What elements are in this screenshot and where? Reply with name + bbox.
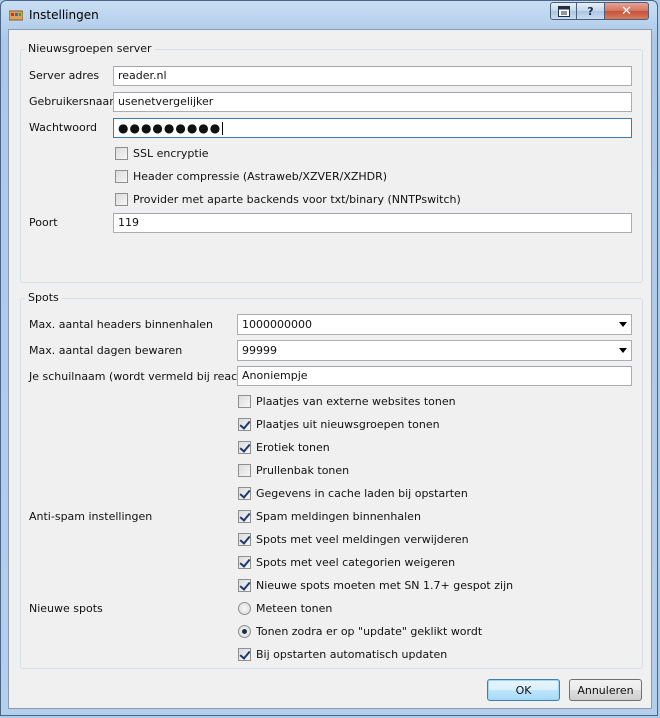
split-backends-option[interactable]: Provider met aparte backends voor txt/bi… bbox=[115, 193, 461, 206]
max-days-select[interactable]: 99999 bbox=[237, 340, 632, 361]
title-bar[interactable]: Instellingen ? ✕ bbox=[1, 1, 657, 29]
antispam-label: Anti-spam instellingen bbox=[29, 510, 153, 523]
sn17-checkbox[interactable] bbox=[238, 579, 251, 592]
cache-checkbox[interactable] bbox=[238, 487, 251, 500]
help-button[interactable]: ? bbox=[577, 2, 605, 20]
password-input[interactable]: ●●●●●●●●● bbox=[113, 118, 632, 138]
erotic-checkbox[interactable] bbox=[238, 441, 251, 454]
external-images-checkbox[interactable] bbox=[238, 395, 251, 408]
max-days-label: Max. aantal dagen bewaren bbox=[29, 344, 183, 357]
chevron-down-icon bbox=[619, 348, 627, 353]
show-immediately-radio[interactable] bbox=[238, 602, 251, 615]
sn17-option[interactable]: Nieuwe spots moeten met SN 1.7+ gespot z… bbox=[238, 579, 513, 592]
spam-reports-checkbox[interactable] bbox=[238, 510, 251, 523]
username-input[interactable]: usenetvergelijker bbox=[113, 92, 632, 112]
ok-button[interactable]: OK bbox=[487, 679, 560, 701]
server-group-title: Nieuwsgroepen server bbox=[25, 42, 155, 55]
max-headers-value: 1000000000 bbox=[242, 318, 312, 331]
split-backends-checkbox[interactable] bbox=[115, 193, 128, 206]
sn17-label: Nieuwe spots moeten met SN 1.7+ gespot z… bbox=[256, 579, 514, 592]
erotic-label: Erotiek tonen bbox=[256, 441, 330, 454]
new-spots-label: Nieuwe spots bbox=[29, 602, 103, 615]
port-input[interactable]: 119 bbox=[113, 213, 632, 233]
show-on-update-radio[interactable] bbox=[238, 625, 251, 638]
trash-label: Prullenbak tonen bbox=[256, 464, 350, 477]
ok-button-label: OK bbox=[515, 683, 532, 697]
settings-window: Instellingen ? ✕ Nieuwsgroepen server Se… bbox=[0, 0, 658, 716]
text-caret bbox=[222, 122, 224, 135]
remove-reported-label: Spots met veel meldingen verwijderen bbox=[256, 533, 469, 546]
server-address-input[interactable]: reader.nl bbox=[113, 66, 632, 86]
nickname-input[interactable]: Anoniempje bbox=[237, 366, 632, 386]
reject-categories-checkbox[interactable] bbox=[238, 556, 251, 569]
max-headers-select[interactable]: 1000000000 bbox=[237, 314, 632, 335]
cache-option[interactable]: Gegevens in cache laden bij opstarten bbox=[238, 487, 468, 500]
ssl-checkbox[interactable] bbox=[115, 147, 128, 160]
spam-reports-label: Spam meldingen binnenhalen bbox=[256, 510, 421, 523]
header-compression-checkbox[interactable] bbox=[115, 170, 128, 183]
ssl-option[interactable]: SSL encryptie bbox=[115, 147, 209, 160]
context-help-button[interactable] bbox=[550, 2, 577, 20]
chevron-down-icon bbox=[619, 322, 627, 327]
trash-checkbox[interactable] bbox=[238, 464, 251, 477]
erotic-option[interactable]: Erotiek tonen bbox=[238, 441, 330, 454]
newsgroup-images-checkbox[interactable] bbox=[238, 418, 251, 431]
username-label: Gebruikersnaam bbox=[29, 95, 120, 108]
external-images-label: Plaatjes van externe websites tonen bbox=[256, 395, 456, 408]
auto-update-option[interactable]: Bij opstarten automatisch updaten bbox=[238, 648, 447, 661]
ssl-label: SSL encryptie bbox=[133, 147, 209, 160]
app-icon bbox=[9, 10, 23, 21]
split-backends-label: Provider met aparte backends voor txt/bi… bbox=[133, 193, 461, 206]
auto-update-checkbox[interactable] bbox=[238, 648, 251, 661]
trash-option[interactable]: Prullenbak tonen bbox=[238, 464, 349, 477]
remove-reported-checkbox[interactable] bbox=[238, 533, 251, 546]
cache-label: Gegevens in cache laden bij opstarten bbox=[256, 487, 468, 500]
show-immediately-option[interactable]: Meteen tonen bbox=[238, 602, 332, 615]
server-address-label: Server adres bbox=[29, 69, 100, 82]
show-on-update-label: Tonen zodra er op "update" geklikt wordt bbox=[256, 625, 483, 638]
reject-categories-option[interactable]: Spots met veel categorien weigeren bbox=[238, 556, 455, 569]
password-label: Wachtwoord bbox=[29, 121, 98, 134]
reject-categories-label: Spots met veel categorien weigeren bbox=[256, 556, 456, 569]
cancel-button[interactable]: Annuleren bbox=[569, 679, 642, 701]
password-mask: ●●●●●●●●● bbox=[118, 121, 222, 135]
spam-reports-option[interactable]: Spam meldingen binnenhalen bbox=[238, 510, 421, 523]
newsgroup-images-label: Plaatjes uit nieuwsgroepen tonen bbox=[256, 418, 440, 431]
show-on-update-option[interactable]: Tonen zodra er op "update" geklikt wordt bbox=[238, 625, 482, 638]
cancel-button-label: Annuleren bbox=[577, 683, 634, 697]
remove-reported-option[interactable]: Spots met veel meldingen verwijderen bbox=[238, 533, 469, 546]
max-days-value: 99999 bbox=[242, 344, 277, 357]
header-compression-label: Header compressie (Astraweb/XZVER/XZHDR) bbox=[133, 170, 388, 183]
window-title: Instellingen bbox=[29, 8, 99, 22]
header-compression-option[interactable]: Header compressie (Astraweb/XZVER/XZHDR) bbox=[115, 170, 387, 183]
newsgroup-images-option[interactable]: Plaatjes uit nieuwsgroepen tonen bbox=[238, 418, 440, 431]
auto-update-label: Bij opstarten automatisch updaten bbox=[256, 648, 448, 661]
show-immediately-label: Meteen tonen bbox=[256, 602, 333, 615]
external-images-option[interactable]: Plaatjes van externe websites tonen bbox=[238, 395, 456, 408]
spots-group-title: Spots bbox=[25, 291, 62, 304]
window-icon bbox=[557, 5, 570, 17]
question-icon: ? bbox=[587, 4, 594, 18]
dialog-body: Nieuwsgroepen server Server adres reader… bbox=[8, 29, 652, 709]
port-label: Poort bbox=[29, 216, 58, 229]
close-button[interactable]: ✕ bbox=[605, 2, 649, 20]
nickname-label: Je schuilnaam (wordt vermeld bij reactie… bbox=[29, 370, 262, 383]
max-headers-label: Max. aantal headers binnenhalen bbox=[29, 318, 214, 331]
close-icon: ✕ bbox=[621, 3, 632, 19]
